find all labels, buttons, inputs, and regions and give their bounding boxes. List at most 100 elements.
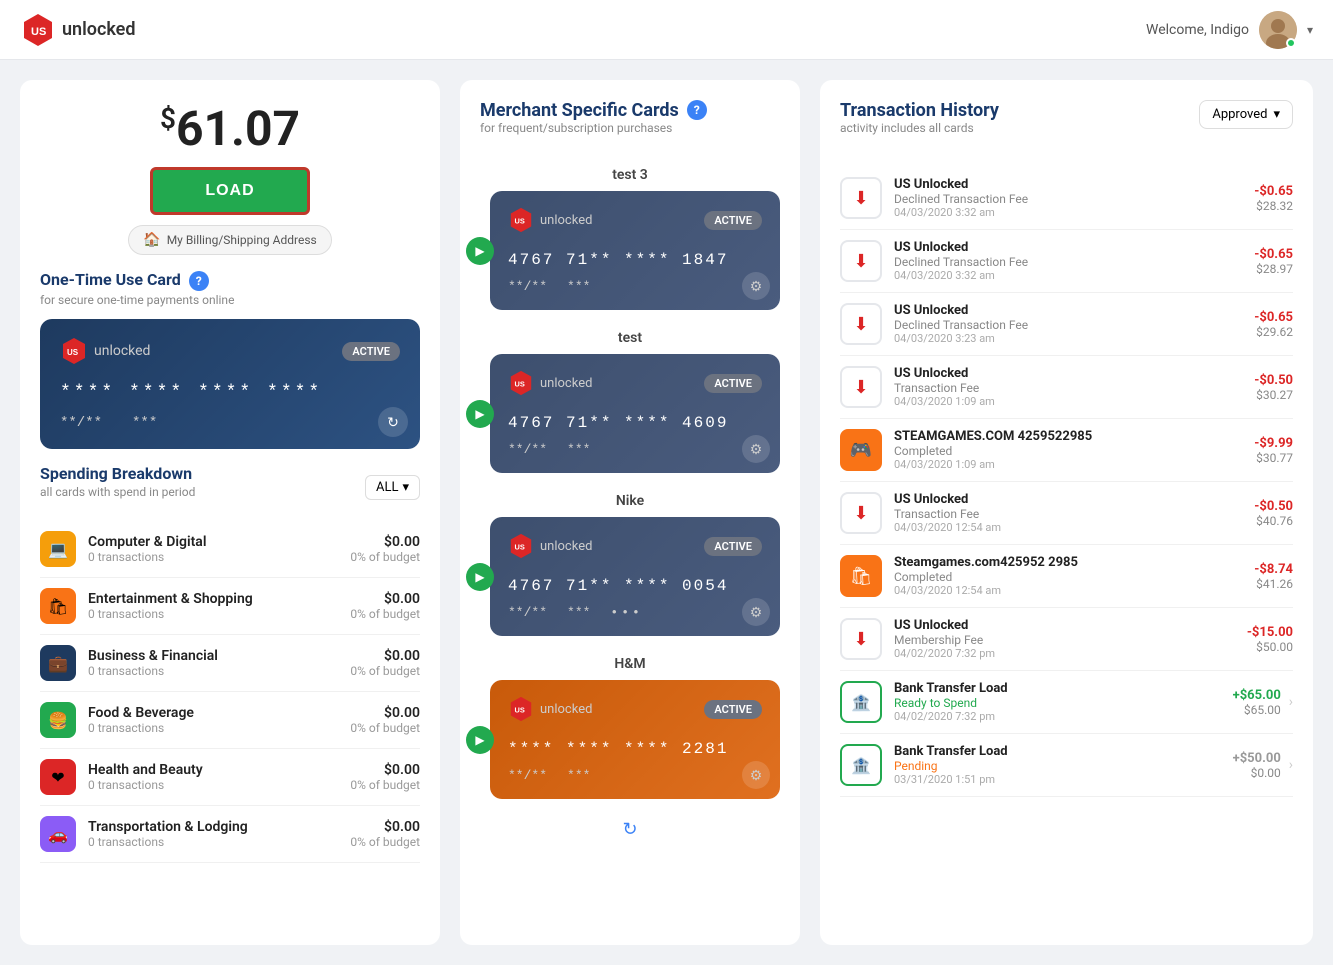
declined-icon: ⬇ — [853, 188, 868, 209]
transaction-icon: 🎮 — [840, 429, 882, 471]
card-number: **** **** **** **** — [60, 383, 400, 403]
play-button-3[interactable]: ▶ — [466, 726, 494, 754]
filter-label: Approved — [1212, 107, 1267, 122]
category-item: 💻 Computer & Digital 0 transactions $0.0… — [40, 521, 420, 578]
merchant-gear-button-3[interactable]: ⚙ — [742, 761, 770, 789]
merchant-card-bottom: **/** *** — [508, 279, 762, 294]
transaction-icon: ⬇ — [840, 492, 882, 534]
play-button-2[interactable]: ▶ — [466, 563, 494, 591]
transaction-balance: $65.00 — [1233, 703, 1281, 717]
transaction-date: 04/03/2020 12:54 am — [894, 521, 1254, 534]
svg-text:US: US — [515, 217, 525, 226]
declined-icon: ⬇ — [853, 251, 868, 272]
merchant-card-section: H&M ▶ US unlocked ACTIVE **** **** **** … — [480, 656, 780, 799]
merchant-title: Merchant Specific Cards — [480, 100, 679, 121]
merchant-gear-button-2[interactable]: ⚙ — [742, 598, 770, 626]
transaction-arrow[interactable]: › — [1289, 694, 1293, 710]
transaction-date: 04/03/2020 1:09 am — [894, 395, 1254, 408]
play-button-0[interactable]: ▶ — [466, 237, 494, 265]
merchant-card-section: Nike ▶ US unlocked ACTIVE 4767 71** ****… — [480, 493, 780, 636]
transaction-desc: Declined Transaction Fee — [894, 255, 1254, 269]
transaction-balance: $30.77 — [1254, 451, 1293, 465]
merchant-gear-button-1[interactable]: ⚙ — [742, 435, 770, 463]
transaction-desc: Transaction Fee — [894, 381, 1254, 395]
one-time-subtitle: for secure one-time payments online — [40, 293, 420, 307]
billing-icon: 🏠 — [143, 232, 160, 248]
category-info: Business & Financial 0 transactions — [88, 648, 350, 678]
category-transactions: 0 transactions — [88, 607, 350, 621]
transaction-info: Bank Transfer Load Pending 03/31/2020 1:… — [894, 744, 1233, 786]
merchant-gear-button-0[interactable]: ⚙ — [742, 272, 770, 300]
category-list: 💻 Computer & Digital 0 transactions $0.0… — [40, 521, 420, 863]
transaction-icon: ⬇ — [840, 303, 882, 345]
category-info: Food & Beverage 0 transactions — [88, 705, 350, 735]
transaction-amount: -$0.50 — [1254, 499, 1293, 514]
transaction-amount: -$0.65 — [1254, 247, 1293, 262]
transaction-item: ⬇ US Unlocked Declined Transaction Fee 0… — [840, 230, 1293, 293]
category-info: Computer & Digital 0 transactions — [88, 534, 350, 564]
transaction-name: US Unlocked — [894, 177, 1254, 192]
transaction-title: Transaction History — [840, 100, 999, 121]
merchant-card-badge: ACTIVE — [704, 374, 762, 393]
category-amounts: $0.00 0% of budget — [350, 648, 420, 678]
transaction-balance: $30.27 — [1254, 388, 1293, 402]
one-time-help-icon[interactable]: ? — [189, 271, 209, 291]
category-icon: 🍔 — [40, 702, 76, 738]
category-amounts: $0.00 0% of budget — [350, 762, 420, 792]
transaction-amounts: -$8.74 $41.26 — [1254, 562, 1293, 591]
svg-text:US: US — [31, 26, 46, 38]
category-pct: 0% of budget — [350, 778, 420, 792]
merchant-card-logo: US unlocked — [508, 370, 592, 396]
transaction-filter-dropdown[interactable]: Approved ▾ — [1199, 100, 1293, 129]
billing-label: My Billing/Shipping Address — [167, 233, 317, 247]
category-amounts: $0.00 0% of budget — [350, 705, 420, 735]
transaction-name: US Unlocked — [894, 303, 1254, 318]
merchant-card-header-row: US unlocked ACTIVE — [508, 696, 762, 722]
load-button[interactable]: LOAD — [150, 167, 310, 215]
transaction-amount: +$65.00 — [1233, 688, 1281, 703]
transaction-header: Transaction History activity includes al… — [840, 100, 1293, 147]
transaction-icon: 🏦 — [840, 681, 882, 723]
card-active-badge: ACTIVE — [342, 342, 400, 361]
merchant-card-label: Nike — [480, 493, 780, 509]
card-refresh-button[interactable]: ↻ — [378, 407, 408, 437]
category-amounts: $0.00 0% of budget — [350, 534, 420, 564]
category-amount: $0.00 — [350, 534, 420, 550]
transaction-date: 04/02/2020 7:32 pm — [894, 647, 1247, 660]
transaction-amount: -$9.99 — [1254, 436, 1293, 451]
merchant-card-logo-text: unlocked — [540, 702, 592, 717]
category-icon: ❤ — [40, 759, 76, 795]
merchant-card-logo: US unlocked — [508, 207, 592, 233]
merchant-card-visual-3: US unlocked ACTIVE **** **** **** 2281 *… — [490, 680, 780, 799]
category-pct: 0% of budget — [350, 607, 420, 621]
category-icon: 💻 — [40, 531, 76, 567]
merchant-refresh-button[interactable]: ↻ — [622, 819, 637, 840]
play-button-1[interactable]: ▶ — [466, 400, 494, 428]
card-header-row: US unlocked ACTIVE — [60, 337, 400, 365]
transaction-desc: Completed — [894, 570, 1254, 584]
transaction-list: ⬇ US Unlocked Declined Transaction Fee 0… — [840, 167, 1293, 797]
right-panel: Transaction History activity includes al… — [820, 80, 1313, 945]
merchant-card-number: **** **** **** 2281 — [508, 740, 762, 758]
merchant-card-expiry: **/** — [508, 442, 547, 457]
transaction-desc: Ready to Spend — [894, 696, 1233, 710]
logo: US unlocked — [20, 12, 136, 48]
merchant-card-logo: US unlocked — [508, 696, 592, 722]
transaction-balance: $29.62 — [1254, 325, 1293, 339]
spending-filter-dropdown[interactable]: ALL ▾ — [365, 475, 420, 500]
merchant-help-icon[interactable]: ? — [687, 100, 707, 120]
card-bottom: **/** *** — [60, 415, 400, 431]
billing-button[interactable]: 🏠 My Billing/Shipping Address — [128, 225, 332, 255]
category-icon: 💼 — [40, 645, 76, 681]
category-name: Entertainment & Shopping — [88, 591, 350, 607]
transaction-amounts: +$65.00 $65.00 — [1233, 688, 1281, 717]
user-menu[interactable]: Welcome, Indigo ▾ — [1146, 11, 1313, 49]
transaction-arrow[interactable]: › — [1289, 757, 1293, 773]
transaction-amount: +$50.00 — [1233, 751, 1281, 766]
transaction-amounts: -$0.65 $29.62 — [1254, 310, 1293, 339]
filter-chevron-icon: ▾ — [1273, 107, 1280, 122]
merchant-card-bottom: **/** *** — [508, 442, 762, 457]
merchant-title-group: Merchant Specific Cards for frequent/sub… — [480, 100, 679, 147]
avatar — [1259, 11, 1297, 49]
merchant-card-bottom: **/** *** ••• — [508, 605, 762, 620]
